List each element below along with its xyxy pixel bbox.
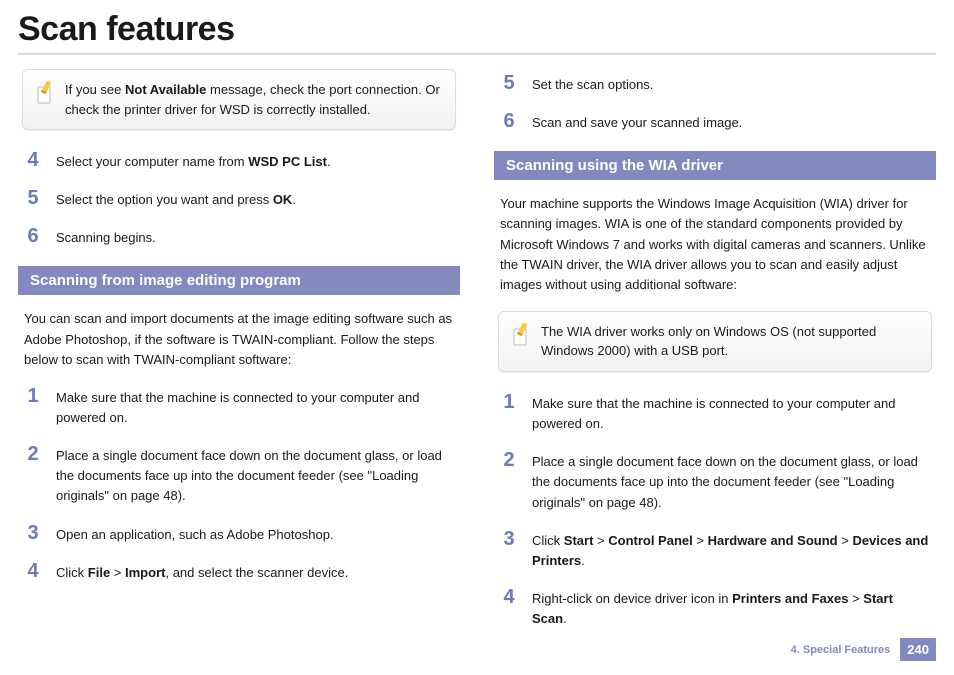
step: 2Place a single document face down on th… bbox=[500, 450, 930, 512]
step-text: Open an application, such as Adobe Photo… bbox=[56, 523, 334, 545]
step: 6 Scan and save your scanned image. bbox=[500, 111, 930, 133]
step-text: Click Start > Control Panel > Hardware a… bbox=[532, 529, 930, 571]
step: 6 Scanning begins. bbox=[24, 226, 454, 248]
step-number: 5 bbox=[24, 188, 42, 210]
step-number: 6 bbox=[500, 111, 518, 133]
right-column: 5 Set the scan options. 6 Scan and save you… bbox=[494, 69, 936, 645]
step: 5 Set the scan options. bbox=[500, 73, 930, 95]
step-number: 6 bbox=[24, 226, 42, 248]
step: 4 Click File > Import, and select the sca… bbox=[24, 561, 454, 583]
step: 1 Make sure that the machine is connected… bbox=[24, 386, 454, 428]
step-text: Right-click on device driver icon in Pri… bbox=[532, 587, 930, 629]
note-icon bbox=[35, 81, 55, 110]
page-title: Scan features bbox=[18, 10, 936, 49]
section-heading-right: Scanning using the WIA driver bbox=[494, 151, 936, 180]
title-underline bbox=[18, 53, 936, 55]
step-text: Scanning begins. bbox=[56, 226, 156, 248]
step-number: 2 bbox=[500, 450, 518, 512]
step: 3 Open an application, such as Adobe Phot… bbox=[24, 523, 454, 545]
note-text: If you see Not Available message, check … bbox=[65, 80, 443, 119]
step-list-left: 1 Make sure that the machine is connected… bbox=[24, 386, 454, 583]
step-text: Click File > Import, and select the scan… bbox=[56, 561, 348, 583]
step-number: 4 bbox=[500, 587, 518, 629]
step-number: 3 bbox=[500, 529, 518, 571]
step-number: 1 bbox=[500, 392, 518, 434]
step: 1 Make sure that the machine is connected… bbox=[500, 392, 930, 434]
step-text: Make sure that the machine is connected … bbox=[532, 392, 930, 434]
step-number: 4 bbox=[24, 150, 42, 172]
step-text: Select the option you want and press OK. bbox=[56, 188, 296, 210]
note-box: If you see Not Available message, check … bbox=[22, 69, 456, 130]
intro-left: You can scan and import documents at the… bbox=[24, 309, 454, 369]
note-box-right: The WIA driver works only on Windows OS … bbox=[498, 311, 932, 372]
step-number: 4 bbox=[24, 561, 42, 583]
step-text: Make sure that the machine is connected … bbox=[56, 386, 454, 428]
intro-right: Your machine supports the Windows Image … bbox=[500, 194, 930, 295]
left-column: If you see Not Available message, check … bbox=[18, 69, 460, 645]
step-number: 2 bbox=[24, 444, 42, 506]
step-number: 1 bbox=[24, 386, 42, 428]
footer-page-number: 240 bbox=[900, 638, 936, 661]
step-text: Set the scan options. bbox=[532, 73, 653, 95]
step-list-top-right: 5 Set the scan options. 6 Scan and save you… bbox=[500, 73, 930, 133]
section-heading-left: Scanning from image editing program bbox=[18, 266, 460, 295]
step-text: Place a single document face down on the… bbox=[56, 444, 454, 506]
step-number: 5 bbox=[500, 73, 518, 95]
note-icon bbox=[511, 323, 531, 352]
step: 3 Click Start > Control Panel > Hardware … bbox=[500, 529, 930, 571]
step-text: Scan and save your scanned image. bbox=[532, 111, 742, 133]
step-text: Select your computer name from WSD PC Li… bbox=[56, 150, 331, 172]
step: 4 Select your computer name from WSD PC L… bbox=[24, 150, 454, 172]
footer: 4. Special Features 240 bbox=[791, 638, 936, 661]
step-text: Place a single document face down on the… bbox=[532, 450, 930, 512]
note-text: The WIA driver works only on Windows OS … bbox=[541, 322, 919, 361]
step: 2Place a single document face down on th… bbox=[24, 444, 454, 506]
step-list-top-left: 4 Select your computer name from WSD PC L… bbox=[24, 150, 454, 248]
step: 4 Right-click on device driver icon in Pr… bbox=[500, 587, 930, 629]
step: 5 Select the option you want and press OK… bbox=[24, 188, 454, 210]
step-list-right: 1 Make sure that the machine is connected… bbox=[500, 392, 930, 629]
footer-chapter: 4. Special Features bbox=[791, 644, 891, 656]
step-number: 3 bbox=[24, 523, 42, 545]
